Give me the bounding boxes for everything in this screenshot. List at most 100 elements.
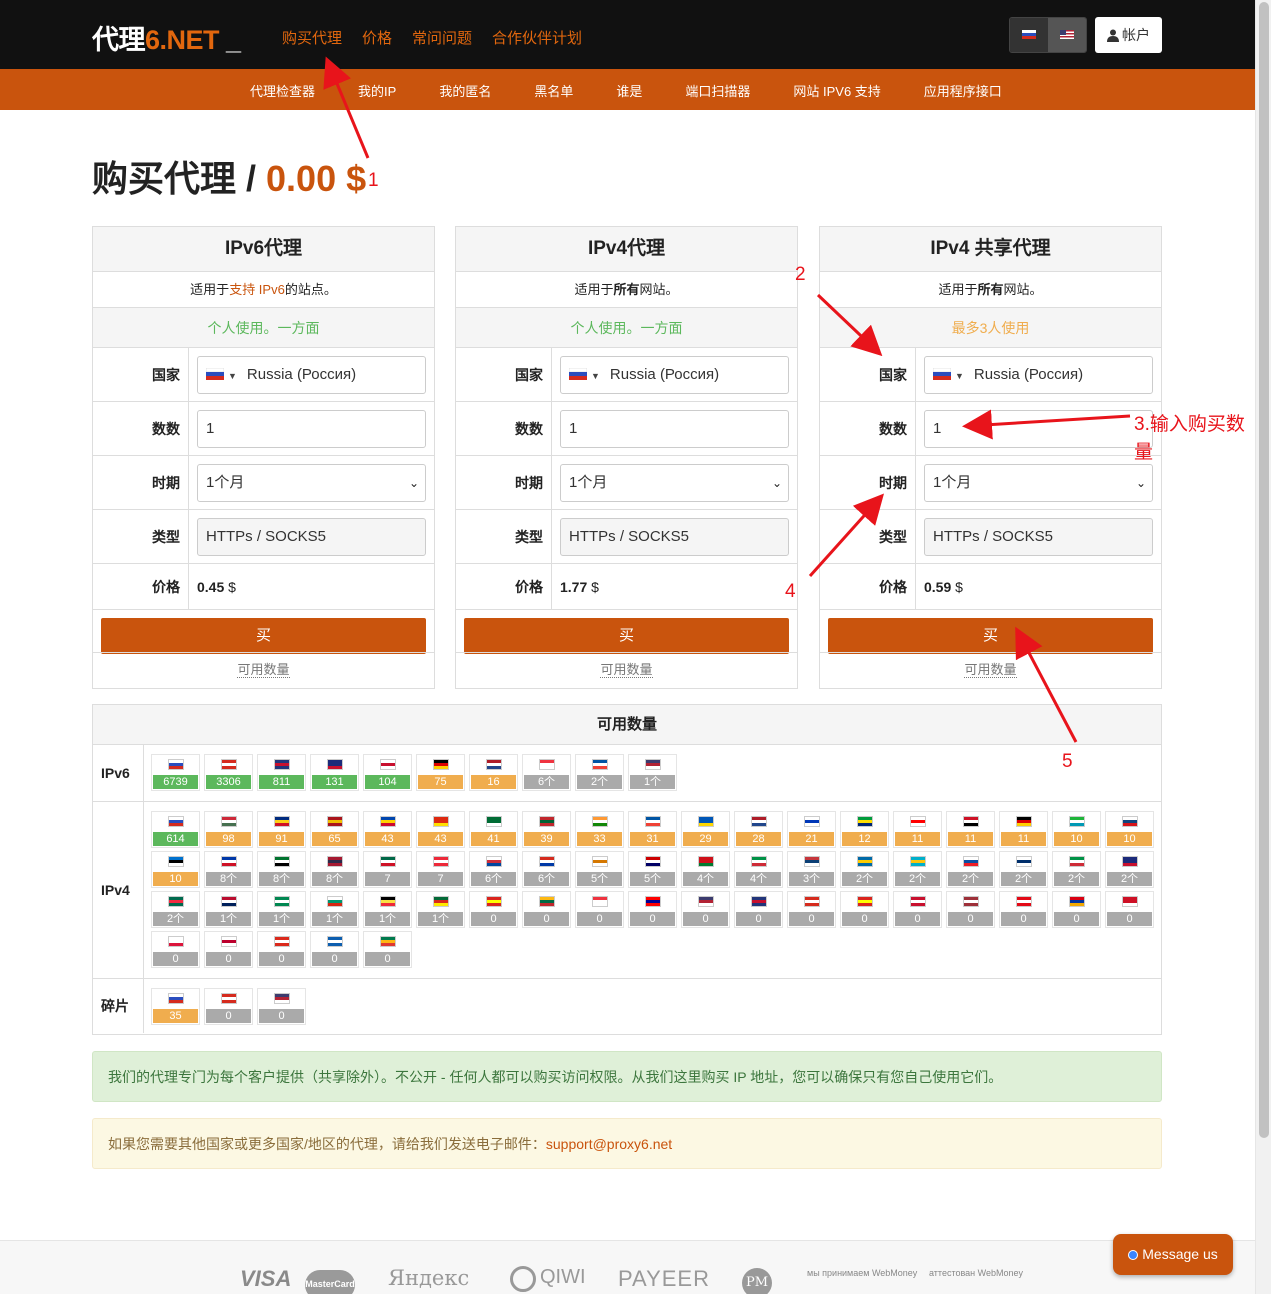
quantity-input[interactable]: 1 xyxy=(197,410,426,448)
nav-faq[interactable]: 常问问题 xyxy=(412,27,472,48)
country-availability-cell[interactable]: 33 xyxy=(575,811,624,848)
country-availability-cell[interactable]: 0 xyxy=(522,891,571,928)
country-availability-cell[interactable]: 2个 xyxy=(1052,851,1101,888)
country-availability-cell[interactable]: 16 xyxy=(469,754,518,791)
country-availability-cell[interactable]: 11 xyxy=(999,811,1048,848)
country-availability-cell[interactable]: 35 xyxy=(151,988,200,1025)
country-availability-cell[interactable]: 104 xyxy=(363,754,412,791)
country-availability-cell[interactable]: 29 xyxy=(681,811,730,848)
country-availability-cell[interactable]: 0 xyxy=(575,891,624,928)
message-us-button[interactable]: Message us xyxy=(1113,1234,1233,1275)
country-availability-cell[interactable]: 0 xyxy=(204,931,253,968)
country-availability-cell[interactable]: 6739 xyxy=(151,754,200,791)
country-availability-cell[interactable]: 2个 xyxy=(999,851,1048,888)
country-availability-cell[interactable]: 0 xyxy=(469,891,518,928)
country-availability-cell[interactable]: 0 xyxy=(628,891,677,928)
country-availability-cell[interactable]: 0 xyxy=(257,931,306,968)
country-select[interactable]: ▼ Russia (Россия) xyxy=(560,356,789,394)
country-availability-cell[interactable]: 2个 xyxy=(840,851,889,888)
country-availability-cell[interactable]: 98 xyxy=(204,811,253,848)
country-availability-cell[interactable]: 1个 xyxy=(310,891,359,928)
country-availability-cell[interactable]: 11 xyxy=(893,811,942,848)
period-select[interactable]: 1个月 ⌄ xyxy=(560,464,789,502)
country-availability-cell[interactable]: 91 xyxy=(257,811,306,848)
period-select[interactable]: 1个月 ⌄ xyxy=(924,464,1153,502)
period-select[interactable]: 1个月 ⌄ xyxy=(197,464,426,502)
country-availability-cell[interactable]: 10 xyxy=(1105,811,1154,848)
available-quantity-link[interactable]: 可用数量 xyxy=(964,662,1017,678)
country-availability-cell[interactable]: 28 xyxy=(734,811,783,848)
country-availability-cell[interactable]: 0 xyxy=(151,931,200,968)
country-availability-cell[interactable]: 2个 xyxy=(893,851,942,888)
buy-button[interactable]: 买 xyxy=(101,618,426,654)
country-availability-cell[interactable]: 1个 xyxy=(628,754,677,791)
country-availability-cell[interactable]: 8个 xyxy=(204,851,253,888)
country-availability-cell[interactable]: 8个 xyxy=(310,851,359,888)
country-availability-cell[interactable]: 0 xyxy=(204,988,253,1025)
country-availability-cell[interactable]: 75 xyxy=(416,754,465,791)
country-availability-cell[interactable]: 811 xyxy=(257,754,306,791)
country-availability-cell[interactable]: 3306 xyxy=(204,754,253,791)
country-select[interactable]: ▼ Russia (Россия) xyxy=(197,356,426,394)
country-availability-cell[interactable]: 5个 xyxy=(575,851,624,888)
country-availability-cell[interactable]: 7 xyxy=(363,851,412,888)
country-availability-cell[interactable]: 2个 xyxy=(151,891,200,928)
subnav-blacklist[interactable]: 黑名单 xyxy=(534,81,573,100)
country-availability-cell[interactable]: 1个 xyxy=(204,891,253,928)
country-availability-cell[interactable]: 0 xyxy=(734,891,783,928)
buy-button[interactable]: 买 xyxy=(828,618,1153,654)
country-availability-cell[interactable]: 4个 xyxy=(734,851,783,888)
country-availability-cell[interactable]: 39 xyxy=(522,811,571,848)
country-availability-cell[interactable]: 10 xyxy=(1052,811,1101,848)
subnav-api[interactable]: 应用程序接口 xyxy=(924,81,1002,100)
buy-button[interactable]: 买 xyxy=(464,618,789,654)
country-availability-cell[interactable]: 0 xyxy=(840,891,889,928)
country-availability-cell[interactable]: 1个 xyxy=(257,891,306,928)
country-availability-cell[interactable]: 6个 xyxy=(469,851,518,888)
country-availability-cell[interactable]: 6个 xyxy=(522,754,571,791)
country-availability-cell[interactable]: 0 xyxy=(257,988,306,1025)
account-button[interactable]: 帐户 xyxy=(1095,17,1162,53)
country-availability-cell[interactable]: 1个 xyxy=(416,891,465,928)
support-email-link[interactable]: support@proxy6.net xyxy=(546,1136,672,1152)
country-availability-cell[interactable]: 5个 xyxy=(628,851,677,888)
country-availability-cell[interactable]: 43 xyxy=(416,811,465,848)
country-select[interactable]: ▼ Russia (Россия) xyxy=(924,356,1153,394)
quantity-input[interactable]: 1 xyxy=(560,410,789,448)
country-availability-cell[interactable]: 7 xyxy=(416,851,465,888)
available-quantity-link[interactable]: 可用数量 xyxy=(600,662,653,678)
country-availability-cell[interactable]: 2个 xyxy=(1105,851,1154,888)
country-availability-cell[interactable]: 0 xyxy=(1105,891,1154,928)
country-availability-cell[interactable]: 614 xyxy=(151,811,200,848)
nav-partner[interactable]: 合作伙伴计划 xyxy=(492,27,582,48)
country-availability-cell[interactable]: 31 xyxy=(628,811,677,848)
quantity-input[interactable]: 1 xyxy=(924,410,1153,448)
lang-ru-button[interactable] xyxy=(1010,18,1048,52)
country-availability-cell[interactable]: 2个 xyxy=(575,754,624,791)
country-availability-cell[interactable]: 0 xyxy=(363,931,412,968)
country-availability-cell[interactable]: 10 xyxy=(151,851,200,888)
country-availability-cell[interactable]: 1个 xyxy=(363,891,412,928)
page-scrollbar[interactable] xyxy=(1255,0,1271,1294)
subnav-ipv6-support[interactable]: 网站 IPV6 支持 xyxy=(793,81,880,100)
country-availability-cell[interactable]: 21 xyxy=(787,811,836,848)
country-availability-cell[interactable]: 0 xyxy=(681,891,730,928)
country-availability-cell[interactable]: 41 xyxy=(469,811,518,848)
country-availability-cell[interactable]: 43 xyxy=(363,811,412,848)
country-availability-cell[interactable]: 131 xyxy=(310,754,359,791)
scrollbar-thumb[interactable] xyxy=(1259,2,1269,1138)
country-availability-cell[interactable]: 0 xyxy=(787,891,836,928)
country-availability-cell[interactable]: 6个 xyxy=(522,851,571,888)
country-availability-cell[interactable]: 4个 xyxy=(681,851,730,888)
subnav-my-anonymity[interactable]: 我的匿名 xyxy=(439,81,491,100)
subnav-proxy-checker[interactable]: 代理检查器 xyxy=(250,81,315,100)
country-availability-cell[interactable]: 0 xyxy=(946,891,995,928)
country-availability-cell[interactable]: 0 xyxy=(310,931,359,968)
subnav-port-scanner[interactable]: 端口扫描器 xyxy=(685,81,750,100)
country-availability-cell[interactable]: 12 xyxy=(840,811,889,848)
brand-logo[interactable]: 代理6.NET _ xyxy=(92,18,241,57)
country-availability-cell[interactable]: 0 xyxy=(999,891,1048,928)
nav-buy-proxy[interactable]: 购买代理 xyxy=(282,27,342,48)
nav-prices[interactable]: 价格 xyxy=(362,27,392,48)
country-availability-cell[interactable]: 65 xyxy=(310,811,359,848)
